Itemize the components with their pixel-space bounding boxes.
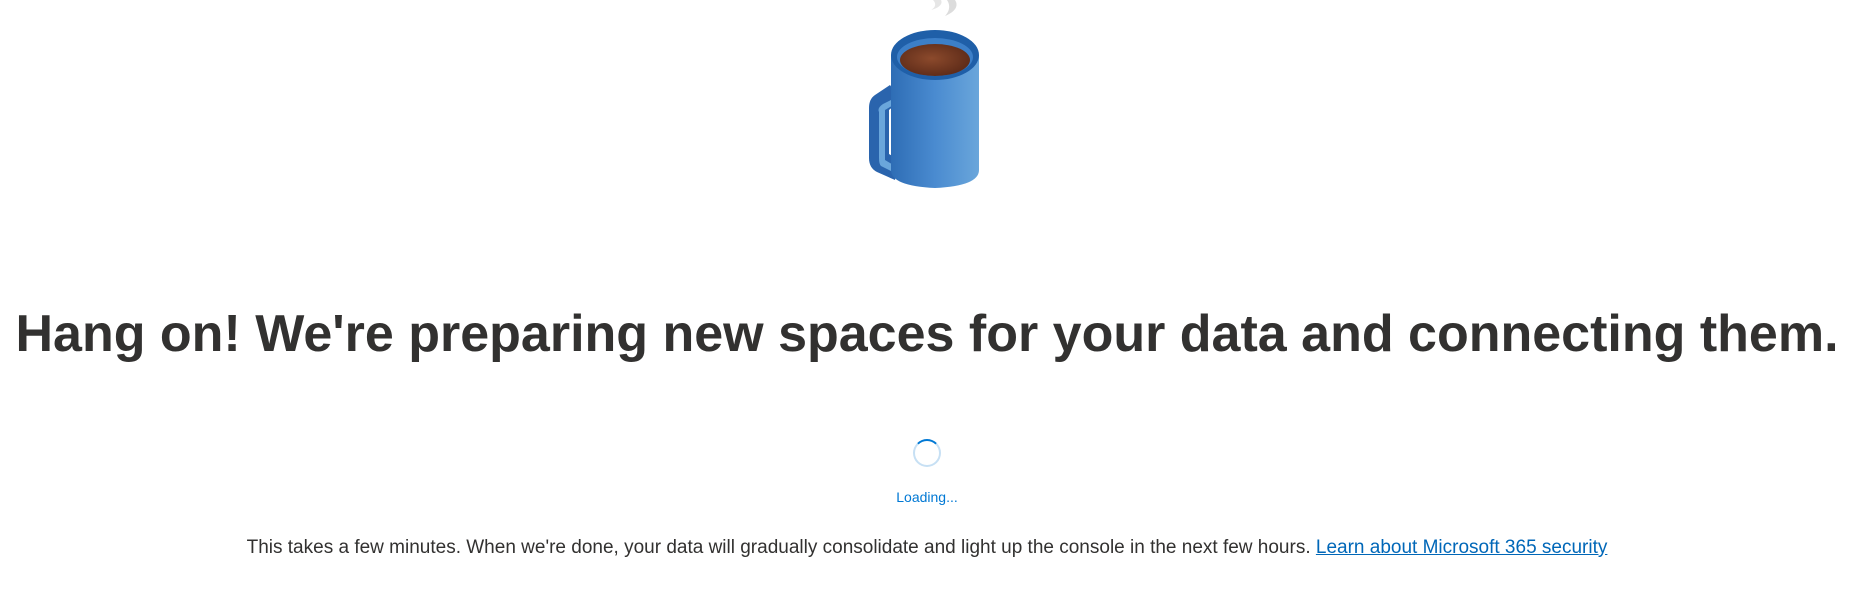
coffee-mug-icon xyxy=(869,0,979,188)
loading-spinner-icon xyxy=(913,439,941,467)
learn-about-security-link[interactable]: Learn about Microsoft 365 security xyxy=(1316,537,1608,558)
loading-label: Loading... xyxy=(896,489,958,505)
page-title: Hang on! We're preparing new spaces for … xyxy=(15,305,1839,363)
loading-spinner-container xyxy=(0,439,1854,472)
info-paragraph: This takes a few minutes. When we're don… xyxy=(0,535,1854,561)
setup-page: Hang on! We're preparing new spaces for … xyxy=(0,0,1854,608)
info-text: This takes a few minutes. When we're don… xyxy=(246,537,1311,558)
